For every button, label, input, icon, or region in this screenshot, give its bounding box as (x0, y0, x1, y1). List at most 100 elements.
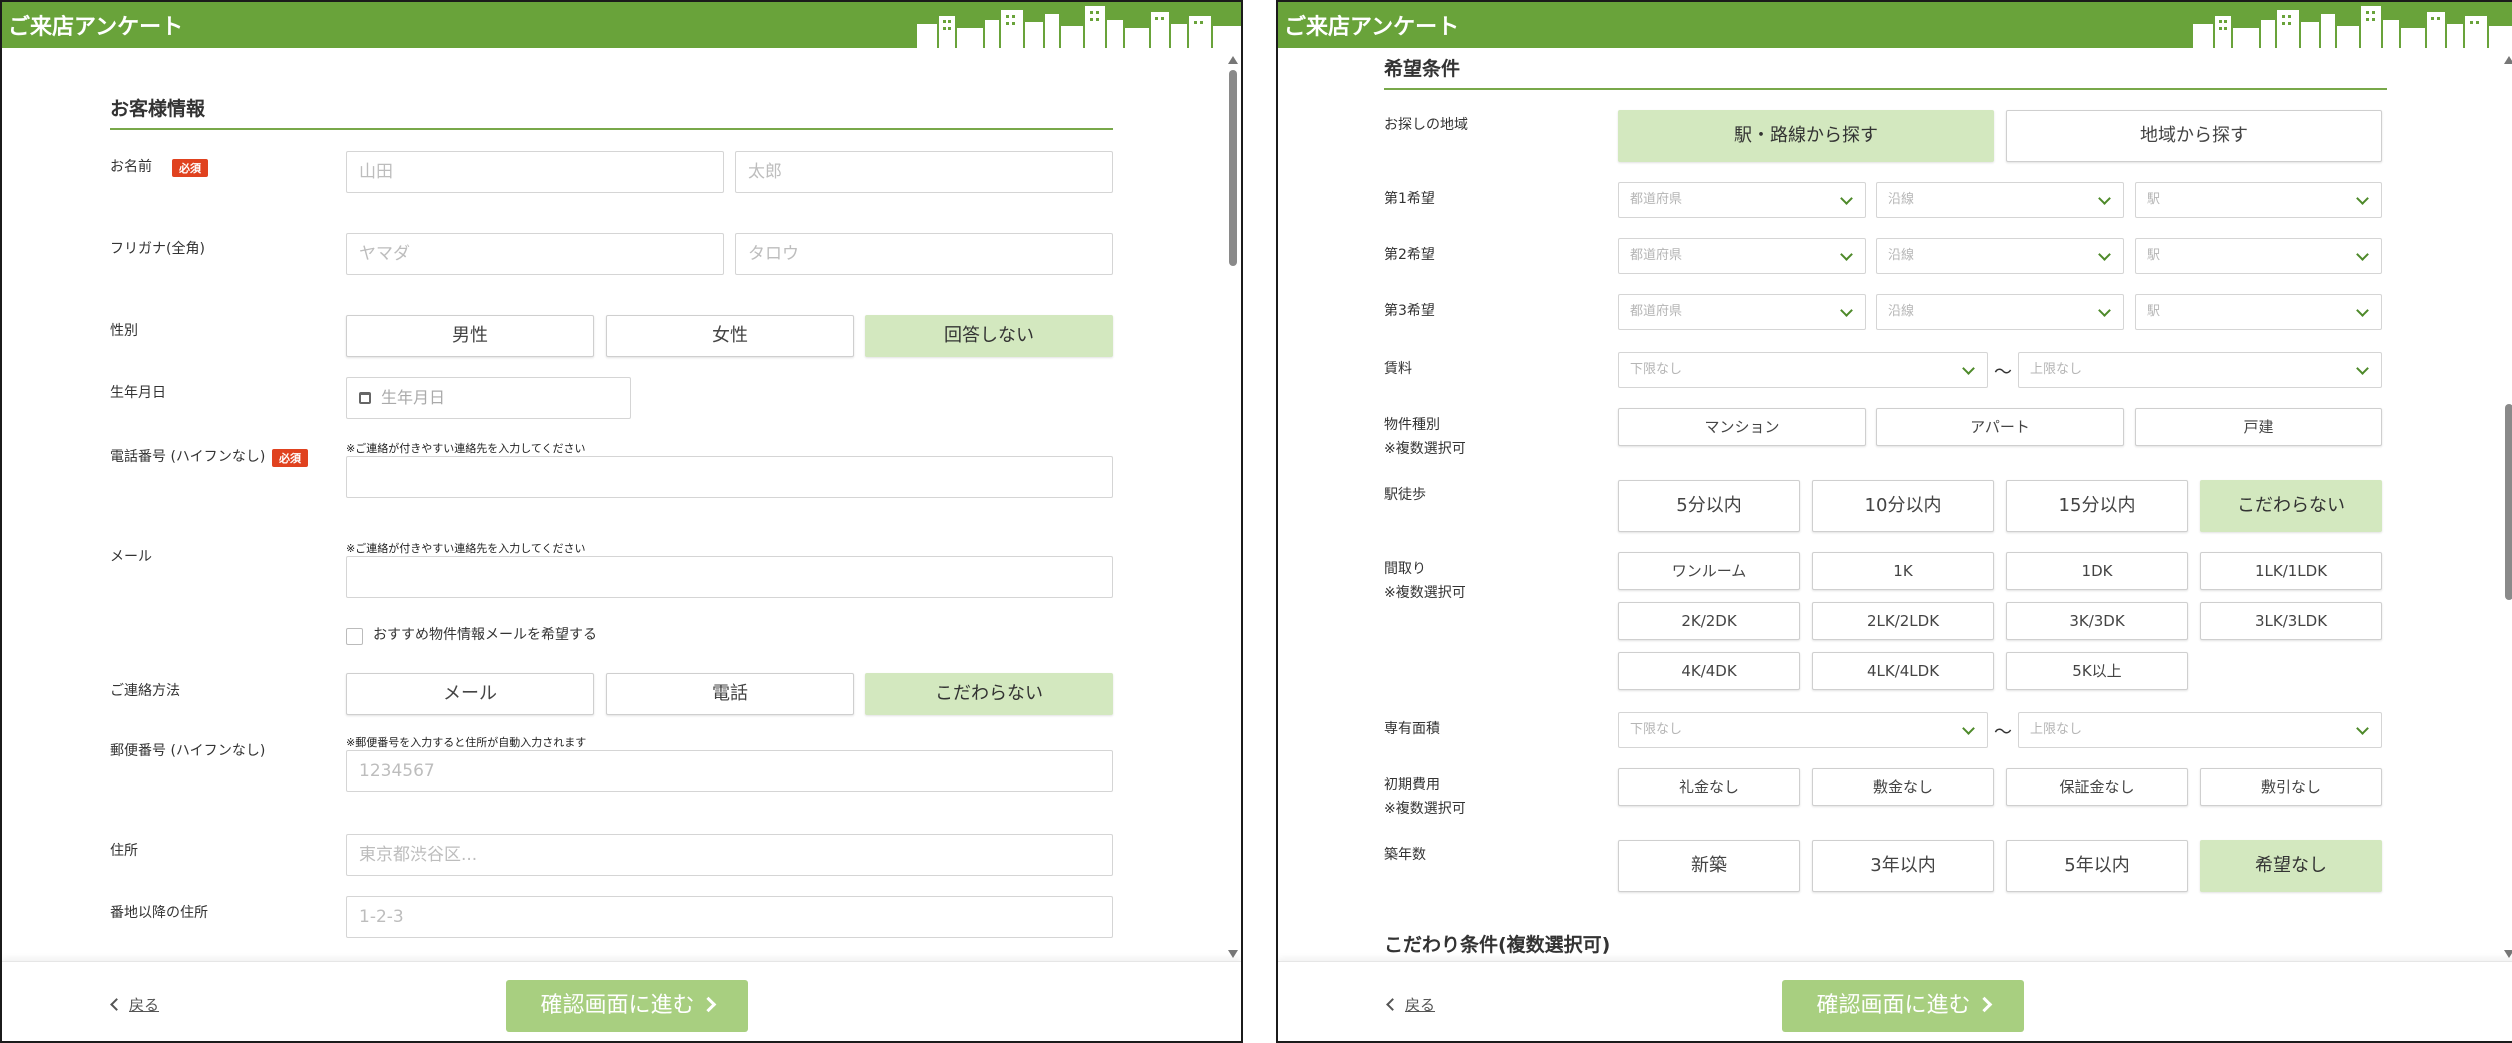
rent-min-select[interactable]: 下限なし (1618, 352, 1988, 388)
form-scroll-area[interactable]: お客様情報 お名前 必須 山田 太郎 フリガナ(全角) ヤマダ タロウ 性別 男… (2, 48, 1241, 962)
select-value: 都道府県 (1630, 248, 1683, 263)
survey-screen-preferences: ご来店アンケート 希望条件 お探しの地域 駅・路線から探す 地域から探す 第1希… (1276, 0, 2512, 1043)
wish-2-line-select[interactable]: 沿線 (1876, 238, 2124, 274)
chevron-down-icon (2356, 248, 2369, 261)
building-age-label: 築年数 (1384, 847, 1426, 863)
address-input[interactable]: 東京都渋谷区... (346, 834, 1113, 876)
last-name-input[interactable]: 山田 (346, 151, 724, 193)
phone-note: ※ご連絡が付きやすい連絡先を入力してください (346, 442, 586, 455)
section-title-customer: お客様情報 (110, 98, 206, 120)
section-divider (1384, 88, 2387, 90)
postal-label: 郵便番号 (ハイフンなし) (110, 743, 266, 759)
search-by-region-option[interactable]: 地域から探す (2006, 110, 2382, 162)
layout-option[interactable]: 2LK/2LDK (1812, 602, 1994, 640)
address2-input[interactable]: 1-2-3 (346, 896, 1113, 938)
walk-option-10min[interactable]: 10分以内 (1812, 480, 1994, 532)
contact-option-email[interactable]: メール (346, 673, 594, 715)
initial-cost-option[interactable]: 保証金なし (2006, 768, 2188, 806)
phone-label: 電話番号 (ハイフンなし) (110, 449, 266, 465)
chevron-down-icon (1840, 304, 1853, 317)
walk-option-any[interactable]: こだわらない (2200, 480, 2382, 532)
wish-1-station-select[interactable]: 駅 (2135, 182, 2382, 218)
gender-option-male[interactable]: 男性 (346, 315, 594, 357)
wish-3-prefecture-select[interactable]: 都道府県 (1618, 294, 1866, 330)
property-type-apartment[interactable]: アパート (1876, 408, 2124, 446)
back-link[interactable]: 戻る (1386, 994, 1435, 1015)
walk-option-15min[interactable]: 15分以内 (2006, 480, 2188, 532)
postal-input[interactable]: 1234567 (346, 750, 1113, 792)
initial-cost-option[interactable]: 敷引なし (2200, 768, 2382, 806)
address2-label: 番地以降の住所 (110, 905, 208, 921)
property-type-mansion[interactable]: マンション (1618, 408, 1866, 446)
layout-option[interactable]: 4K/4DK (1618, 652, 1800, 690)
layout-option[interactable]: 1K (1812, 552, 1994, 590)
layout-option[interactable]: 3LK/3LDK (2200, 602, 2382, 640)
scroll-up-arrow[interactable] (1228, 56, 1238, 64)
age-option-new[interactable]: 新築 (1618, 840, 1800, 892)
section-title-preferences: 希望条件 (1384, 58, 1461, 80)
scroll-down-arrow[interactable] (1228, 950, 1238, 958)
layout-option[interactable]: 1DK (2006, 552, 2188, 590)
first-name-input[interactable]: 太郎 (735, 151, 1113, 193)
layout-option[interactable]: 5K以上 (2006, 652, 2188, 690)
property-type-house[interactable]: 戸建 (2135, 408, 2382, 446)
footer-bar: 戻る 確認画面に進む (1278, 961, 2512, 1041)
chevron-right-icon (700, 996, 716, 1013)
initial-cost-option[interactable]: 敷金なし (1812, 768, 1994, 806)
wish-3-station-select[interactable]: 駅 (2135, 294, 2382, 330)
scrollbar[interactable] (2500, 48, 2512, 962)
form-scroll-area[interactable]: 希望条件 お探しの地域 駅・路線から探す 地域から探す 第1希望 都道府県 沿線… (1278, 48, 2512, 962)
walk-option-5min[interactable]: 5分以内 (1618, 480, 1800, 532)
search-by-station-option[interactable]: 駅・路線から探す (1618, 110, 1994, 162)
next-button[interactable]: 確認画面に進む (506, 980, 748, 1032)
wish-2-prefecture-select[interactable]: 都道府県 (1618, 238, 1866, 274)
layout-option[interactable]: 2K/2DK (1618, 602, 1800, 640)
layout-option[interactable]: ワンルーム (1618, 552, 1800, 590)
chevron-down-icon (2098, 304, 2111, 317)
survey-screen-customer-info: ご来店アンケート お客様情報 お名前 必須 山田 太郎 フリガナ(全角) ヤマダ… (0, 0, 1243, 1043)
phone-input[interactable] (346, 456, 1113, 498)
floor-area-max-select[interactable]: 上限なし (2018, 712, 2382, 748)
last-name-kana-input[interactable]: ヤマダ (346, 233, 724, 275)
newsletter-checkbox[interactable] (346, 628, 363, 645)
select-value: 下限なし (1630, 362, 1683, 377)
scrollbar[interactable] (1224, 48, 1241, 962)
next-button[interactable]: 確認画面に進む (1782, 980, 2024, 1032)
contact-option-any[interactable]: こだわらない (865, 673, 1113, 715)
floor-area-min-select[interactable]: 下限なし (1618, 712, 1988, 748)
chevron-down-icon (1840, 192, 1853, 205)
rent-max-select[interactable]: 上限なし (2018, 352, 2382, 388)
postal-note: ※郵便番号を入力すると住所が自動入力されます (346, 736, 587, 749)
scrollbar-thumb[interactable] (1229, 70, 1237, 266)
chevron-down-icon (2356, 362, 2369, 375)
floor-area-label: 専有面積 (1384, 721, 1440, 737)
email-input[interactable] (346, 556, 1113, 598)
email-note: ※ご連絡が付きやすい連絡先を入力してください (346, 542, 586, 555)
wish-3-line-select[interactable]: 沿線 (1876, 294, 2124, 330)
chevron-down-icon (2356, 722, 2369, 735)
wish-1-prefecture-select[interactable]: 都道府県 (1618, 182, 1866, 218)
gender-option-no-answer[interactable]: 回答しない (865, 315, 1113, 357)
back-link[interactable]: 戻る (110, 994, 159, 1015)
chevron-down-icon (1962, 362, 1975, 375)
select-value: 駅 (2147, 304, 2161, 319)
age-option-any[interactable]: 希望なし (2200, 840, 2382, 892)
wish-3-label: 第3希望 (1384, 303, 1435, 319)
gender-option-female[interactable]: 女性 (606, 315, 854, 357)
layout-option[interactable]: 3K/3DK (2006, 602, 2188, 640)
age-option-5y[interactable]: 5年以内 (2006, 840, 2188, 892)
contact-option-phone[interactable]: 電話 (606, 673, 854, 715)
initial-cost-option[interactable]: 礼金なし (1618, 768, 1800, 806)
birthday-input[interactable]: 生年月日 (346, 377, 631, 419)
wish-2-station-select[interactable]: 駅 (2135, 238, 2382, 274)
scroll-down-arrow[interactable] (2504, 950, 2512, 958)
next-label: 確認画面に進む (1816, 993, 1971, 1018)
wish-1-line-select[interactable]: 沿線 (1876, 182, 2124, 218)
layout-option[interactable]: 4LK/4LDK (1812, 652, 1994, 690)
first-name-kana-input[interactable]: タロウ (735, 233, 1113, 275)
property-type-label: 物件種別 ※複数選択可 (1384, 417, 1466, 457)
scrollbar-thumb[interactable] (2505, 404, 2512, 600)
scroll-up-arrow[interactable] (2504, 56, 2512, 64)
age-option-3y[interactable]: 3年以内 (1812, 840, 1994, 892)
layout-option[interactable]: 1LK/1LDK (2200, 552, 2382, 590)
